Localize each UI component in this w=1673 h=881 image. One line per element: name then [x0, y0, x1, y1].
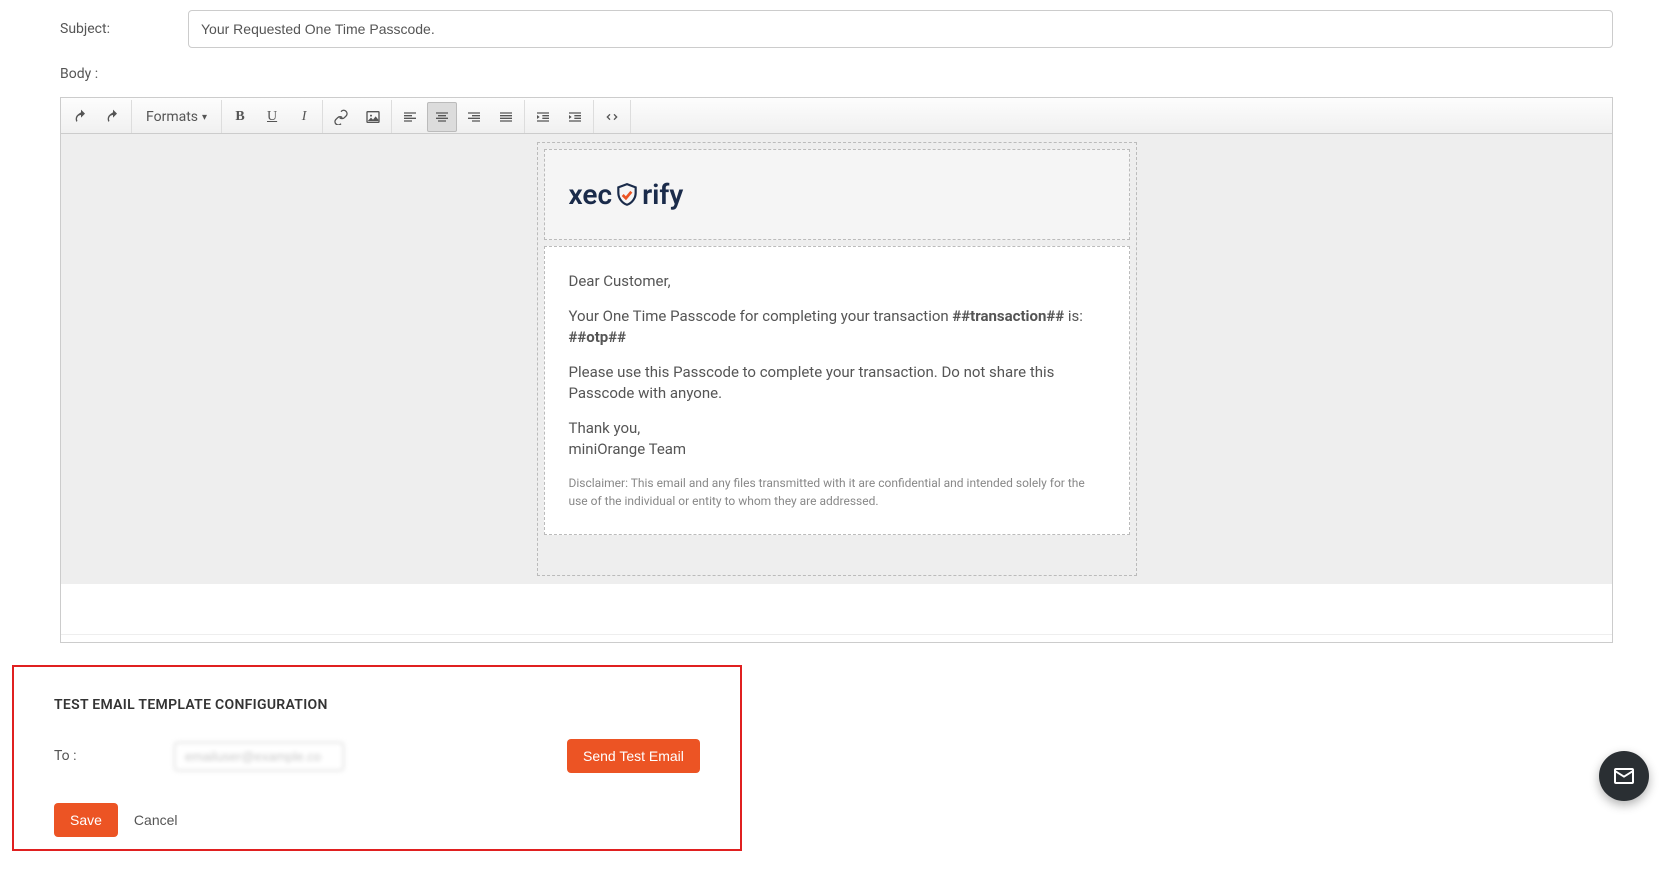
save-button[interactable]: Save — [54, 803, 118, 837]
to-label: To : — [54, 748, 154, 764]
underline-icon[interactable]: U — [257, 102, 287, 132]
redo-icon[interactable] — [98, 102, 128, 132]
mail-icon — [1612, 764, 1636, 788]
test-to-row: To : Send Test Email — [54, 739, 700, 773]
align-right-icon[interactable] — [459, 102, 489, 132]
outdent-icon[interactable] — [528, 102, 558, 132]
xecurify-logo: xec rify — [569, 178, 1105, 211]
subject-label: Subject: — [60, 21, 188, 37]
image-icon[interactable] — [358, 102, 388, 132]
chevron-down-icon: ▾ — [202, 112, 207, 123]
formats-dropdown[interactable]: Formats ▾ — [135, 102, 218, 132]
italic-icon[interactable]: I — [289, 102, 319, 132]
indent-icon[interactable] — [560, 102, 590, 132]
email-otp-line: Your One Time Passcode for completing yo… — [569, 306, 1105, 348]
email-disclaimer: Disclaimer: This email and any files tra… — [569, 474, 1105, 510]
align-left-icon[interactable] — [395, 102, 425, 132]
editor-toolbar: Formats ▾ B U I — [61, 98, 1612, 134]
editor-resize-handle[interactable] — [61, 634, 1612, 642]
body-label: Body : — [60, 66, 1613, 82]
align-justify-icon[interactable] — [491, 102, 521, 132]
editor-footer-pad — [61, 584, 1612, 634]
align-center-icon[interactable] — [427, 102, 457, 132]
email-logo-cell: xec rify — [544, 149, 1130, 240]
email-instructions: Please use this Passcode to complete you… — [569, 362, 1105, 404]
subject-row: Subject: — [60, 10, 1613, 48]
form-actions: Save Cancel — [54, 803, 700, 837]
send-test-email-button[interactable]: Send Test Email — [567, 739, 700, 773]
email-template-table: xec rify Dear Customer, Your One Time Pa… — [537, 142, 1137, 576]
email-signoff: Thank you, miniOrange Team — [569, 418, 1105, 460]
bold-icon[interactable]: B — [225, 102, 255, 132]
subject-input[interactable] — [188, 10, 1613, 48]
source-code-icon[interactable] — [597, 102, 627, 132]
test-section-title: TEST EMAIL TEMPLATE CONFIGURATION — [54, 697, 700, 713]
link-icon[interactable] — [326, 102, 356, 132]
test-email-section: TEST EMAIL TEMPLATE CONFIGURATION To : S… — [12, 665, 742, 851]
undo-icon[interactable] — [66, 102, 96, 132]
shield-check-icon — [614, 182, 640, 208]
email-greeting: Dear Customer, — [569, 271, 1105, 292]
to-input[interactable] — [174, 742, 344, 771]
email-body-cell: Dear Customer, Your One Time Passcode fo… — [544, 246, 1130, 535]
rich-text-editor: Formats ▾ B U I — [60, 97, 1613, 643]
editor-canvas[interactable]: xec rify Dear Customer, Your One Time Pa… — [61, 134, 1612, 584]
cancel-button[interactable]: Cancel — [122, 803, 190, 837]
chat-fab[interactable] — [1599, 751, 1649, 801]
